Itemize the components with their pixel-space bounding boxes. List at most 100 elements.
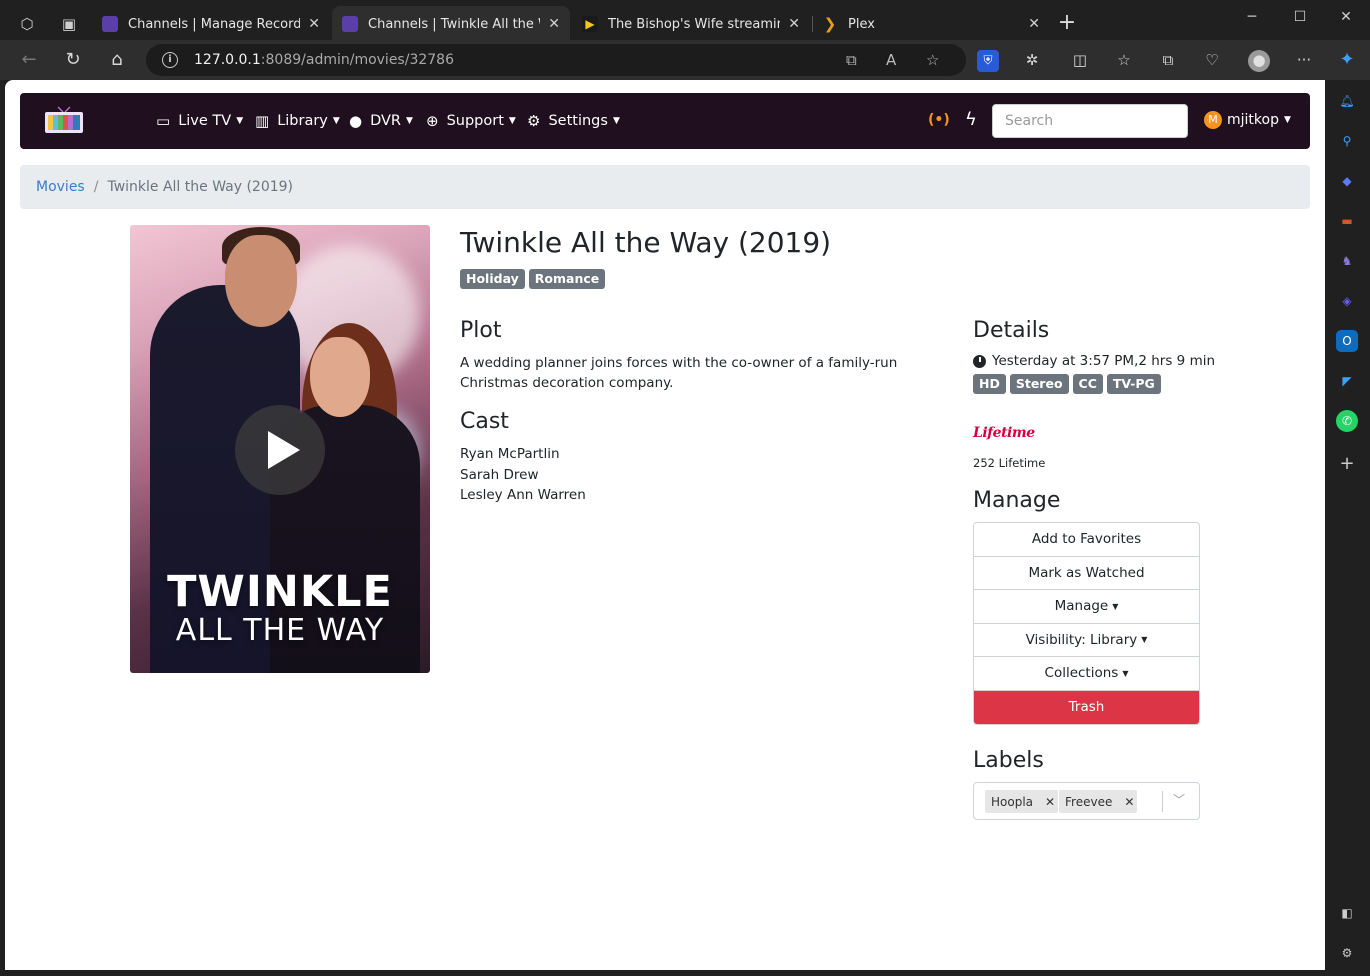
drop-icon[interactable]: ◤ [1336,370,1358,392]
edge-sidebar: 🔔︎ ⚲ ◆ ▬ ♞ ◈ O ◤ ✆ + ◧ ⚙ [1326,80,1370,976]
stream-tags: HD Stereo CC TV-PG [973,374,1161,394]
caret-down-icon: ▼ [332,116,340,126]
profile-icon[interactable]: ● [1248,50,1270,72]
tag-badge: HD [973,374,1006,394]
nav-live-tv[interactable]: ▭ Live TV ▼ [156,93,243,149]
movie-poster[interactable]: TWINKLE ALL THE WAY [130,225,430,673]
add-sidebar-app-icon[interactable]: + [1336,453,1358,475]
channels-favicon [102,16,118,32]
maximize-icon[interactable]: ☐ [1280,6,1320,30]
browser-tab-twinkle[interactable]: Channels | Twinkle All the Way (2 ✕ [332,6,570,42]
copilot-icon[interactable]: ✦ [1336,50,1358,72]
close-tab-icon[interactable]: ✕ [548,16,560,32]
site-info-icon[interactable]: i [162,52,178,68]
sidebar-settings-icon[interactable]: ⚙ [1336,942,1358,964]
breadcrumb: Movies / Twinkle All the Way (2019) [20,165,1310,209]
favorite-star-icon[interactable]: ☆ [926,51,939,69]
book-icon: ▥ [255,112,270,130]
minimize-icon[interactable]: ─ [1232,6,1272,30]
clock-icon [973,354,986,368]
search-input[interactable] [992,104,1188,138]
lightning-icon[interactable]: ϟ [965,109,977,130]
browser-tab-manage-recordings[interactable]: Channels | Manage Recordings ✕ [92,6,330,42]
genre-badge: Holiday [460,269,525,289]
caret-down-icon: ▼ [1283,115,1291,125]
nav-library[interactable]: ▥ Library ▼ [255,93,340,149]
games-icon[interactable]: ♞ [1336,250,1358,272]
collections-dropdown-button[interactable]: Collections ▼ [974,657,1199,691]
browser-tab-bishops-wife[interactable]: ▶ The Bishop's Wife streaming: wh ✕ [572,6,810,42]
caret-down-icon: ▼ [612,116,620,126]
plex-favicon: ❯ [823,15,837,33]
channels-logo-icon[interactable] [44,106,84,134]
breadcrumb-current: Twinkle All the Way (2019) [107,179,294,195]
performance-icon[interactable]: ♡ [1201,50,1223,72]
caret-down-icon: ▼ [406,116,413,126]
genre-badge: Romance [528,269,606,289]
caret-down-icon: ▼ [1122,668,1129,678]
plot-text: A wedding planner joins forces with the … [460,355,898,391]
close-tab-icon[interactable]: ✕ [1028,16,1040,32]
trash-button[interactable]: Trash [974,690,1199,724]
notifications-icon[interactable]: 🔔︎ [1336,90,1358,112]
add-to-favorites-button[interactable]: Add to Favorites [974,523,1199,557]
close-window-icon[interactable]: ✕ [1326,6,1366,30]
copilot-app-icon[interactable]: ◈ [1336,290,1358,312]
tools-icon[interactable]: ▬ [1336,210,1358,232]
mark-as-watched-button[interactable]: Mark as Watched [974,556,1199,590]
chevron-down-icon[interactable]: ﹀ [1173,791,1185,808]
genre-badges: Holiday Romance [460,269,606,289]
extensions-icon[interactable]: ✲ [1021,50,1043,72]
bitwarden-icon[interactable]: ⛨ [977,50,999,72]
tv-icon: ▭ [156,112,171,130]
cast-member: Sarah Drew [460,466,539,483]
remove-label-icon[interactable]: ✕ [1042,795,1058,809]
app-navbar: ▭ Live TV ▼ ▥ Library ▼ ● DVR ▼ ⊕ Support ▼ … [20,93,1310,149]
breadcrumb-movies-link[interactable]: Movies [36,179,85,195]
play-button-icon[interactable] [235,405,325,495]
nav-settings[interactable]: ⚙ Settings ▼ [527,93,620,149]
tab-actions-icon[interactable]: ▣ [57,12,81,36]
remove-label-icon[interactable]: ✕ [1121,795,1137,809]
caret-down-icon: ▼ [236,116,244,126]
whatsapp-icon[interactable]: ✆ [1336,410,1358,432]
workspaces-icon[interactable]: ⬡ [15,12,39,36]
collections-icon[interactable]: ⧉ [1157,50,1179,72]
labels-select[interactable]: Hoopla ✕ Freevee ✕ ﹀ [973,782,1200,820]
circle-icon: ● [349,112,363,130]
gear-icon: ⚙ [527,112,541,130]
tag-badge: Stereo [1009,374,1069,394]
favorites-icon[interactable]: ☆ [1113,50,1135,72]
page-title: Twinkle All the Way (2019) [460,226,832,259]
lifebuoy-icon: ⊕ [426,112,439,130]
new-tab-button[interactable]: + [1055,12,1079,36]
read-aloud-icon[interactable]: A [886,51,896,69]
shopping-icon[interactable]: ◆ [1336,170,1358,192]
visibility-dropdown-button[interactable]: Visibility: Library ▼ [974,623,1199,657]
outlook-icon[interactable]: O [1336,330,1358,352]
more-icon[interactable]: ··· [1293,50,1315,72]
split-screen-icon[interactable]: ◫ [1069,50,1091,72]
nav-support[interactable]: ⊕ Support ▼ [426,93,516,149]
reload-icon[interactable]: ↻ [60,48,86,74]
home-icon[interactable]: ⌂ [104,48,130,74]
nav-dvr[interactable]: ● DVR ▼ [349,93,413,149]
open-in-app-icon[interactable]: ⧉ [846,51,857,69]
details-heading: Details [973,318,1050,343]
user-menu[interactable]: M mjitkop ▼ [1204,111,1291,129]
search-icon[interactable]: ⚲ [1336,130,1358,152]
url-field[interactable]: i 127.0.0.1:8089/admin/movies/32786 ⧉ A … [146,44,966,76]
hide-sidebar-icon[interactable]: ◧ [1336,902,1358,924]
cast-heading: Cast [460,409,509,434]
justwatch-favicon: ▶ [582,16,598,32]
broadcast-icon[interactable]: (•) [928,112,950,128]
manage-dropdown-button[interactable]: Manage ▼ [974,590,1199,624]
close-tab-icon[interactable]: ✕ [308,16,320,32]
back-icon[interactable]: ← [16,48,42,74]
poster-title-line2: ALL THE WAY [175,613,385,648]
cast-member: Ryan McPartlin [460,446,560,462]
channel-label: 252 Lifetime [973,456,1046,470]
caret-down-icon: ▼ [1141,635,1148,645]
close-tab-icon[interactable]: ✕ [788,16,800,32]
browser-tab-plex[interactable]: ❯ Plex ✕ [812,6,1050,42]
